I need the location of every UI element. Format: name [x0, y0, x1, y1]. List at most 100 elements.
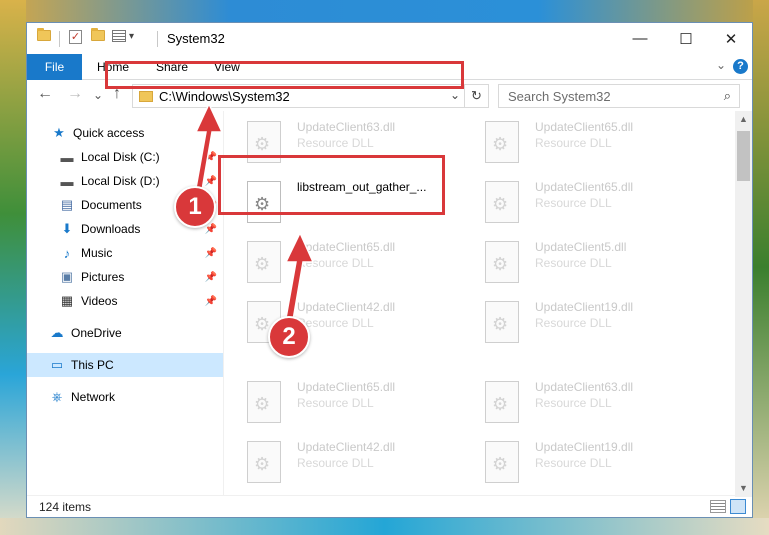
file-tile[interactable]: UpdateClient19.dll Resource DLL	[467, 433, 697, 485]
sidebar-item-label: Local Disk (D:)	[81, 174, 160, 188]
file-tile[interactable]: UpdateClient65.dll Resource DLL	[467, 113, 697, 165]
file-type: Resource DLL	[297, 256, 374, 270]
file-name: UpdateClient65.dll	[297, 380, 396, 394]
dll-file-icon	[247, 241, 281, 283]
drive-icon: ▬	[60, 149, 74, 165]
refresh-icon[interactable]: ↻	[464, 85, 488, 107]
file-name: UpdateClient63.dll	[535, 380, 634, 394]
onedrive-icon: ☁	[50, 325, 64, 340]
details-view-icon[interactable]	[710, 500, 726, 513]
sidebar-item-onedrive[interactable]: ☁ OneDrive	[27, 321, 223, 345]
item-count: 124 items	[39, 500, 92, 514]
file-name: UpdateClient42.dll	[297, 440, 396, 454]
file-name: UpdateClient65.dll	[535, 120, 634, 134]
music-icon: ♪	[63, 245, 71, 261]
star-icon: ★	[53, 125, 65, 140]
file-type: Resource DLL	[535, 316, 612, 330]
file-type: Resource DLL	[535, 136, 612, 150]
file-tile[interactable]: UpdateClient65.dll Resource DLL	[467, 173, 697, 225]
title-separator	[157, 31, 158, 47]
file-tile[interactable]: UpdateClient5.dll Resource DLL	[467, 233, 697, 285]
properties-check-icon[interactable]: ✓	[69, 30, 82, 44]
sidebar-item-pictures[interactable]: ▣ Pictures 📌	[27, 265, 223, 289]
documents-icon: ▤	[60, 197, 74, 212]
sidebar-item-quick-access[interactable]: ★ Quick access	[27, 121, 223, 145]
pin-icon[interactable]: 📌	[205, 224, 217, 235]
dll-file-icon	[485, 381, 519, 423]
file-tile[interactable]: UpdateClient63.dll Resource DLL	[467, 373, 697, 425]
back-button[interactable]: ←	[37, 85, 53, 103]
sidebar-item-label: OneDrive	[71, 326, 122, 340]
sidebar-item-local-disk-c[interactable]: ▬ Local Disk (C:) 📌	[27, 145, 223, 169]
dll-file-icon	[485, 241, 519, 283]
close-button[interactable]: ✕	[708, 23, 754, 54]
qa-customize-dropdown-icon[interactable]: ▾	[129, 31, 134, 42]
this-pc-icon: ▭	[50, 357, 64, 372]
file-tile[interactable]: UpdateClient65.dll Resource DLL	[229, 373, 459, 425]
new-folder-icon[interactable]	[91, 28, 105, 41]
forward-button[interactable]: →	[67, 85, 83, 103]
address-folder-icon	[139, 91, 153, 102]
sidebar-item-label: Pictures	[81, 270, 125, 284]
address-path[interactable]: C:\Windows\System32	[159, 89, 290, 104]
search-icon[interactable]: ⌕	[724, 88, 731, 104]
videos-icon: ▦	[60, 293, 74, 308]
scroll-thumb[interactable]	[737, 131, 750, 181]
address-dropdown-icon[interactable]: ⌄	[450, 88, 460, 102]
file-tile[interactable]: UpdateClient19.dll Resource DLL	[467, 293, 697, 345]
pin-icon[interactable]: 📌	[205, 176, 217, 187]
file-type: Resource DLL	[297, 396, 374, 410]
step-1-badge: 1	[174, 186, 216, 228]
sidebar-item-label: Documents	[81, 198, 142, 212]
file-name: UpdateClient19.dll	[535, 440, 634, 454]
wallpaper-left	[0, 0, 26, 535]
wallpaper-right	[753, 0, 769, 535]
file-tile[interactable]: UpdateClient42.dll Resource DLL	[229, 433, 459, 485]
tab-file[interactable]: File	[27, 54, 82, 80]
customize-view-icon[interactable]	[112, 30, 126, 42]
pin-icon[interactable]: 📌	[205, 248, 217, 259]
window-title: System32	[167, 31, 225, 46]
ribbon-expand-icon[interactable]: ⌄	[716, 58, 726, 72]
address-highlight-box	[105, 61, 464, 89]
search-placeholder: Search System32	[508, 89, 611, 104]
search-box[interactable]: Search System32 ⌕	[498, 84, 740, 108]
maximize-button[interactable]: ☐	[663, 23, 709, 54]
sidebar-item-label: Videos	[81, 294, 118, 308]
sidebar-item-videos[interactable]: ▦ Videos 📌	[27, 289, 223, 313]
pin-icon[interactable]: 📌	[205, 272, 217, 283]
drive-icon: ▬	[60, 173, 74, 189]
minimize-button[interactable]: —	[617, 23, 663, 54]
file-tile[interactable]: UpdateClient65.dll Resource DLL	[229, 233, 459, 285]
sidebar-item-music[interactable]: ♪ Music 📌	[27, 241, 223, 265]
sidebar-item-this-pc[interactable]: ▭ This PC	[27, 353, 223, 377]
scroll-up-icon[interactable]: ▲	[735, 111, 752, 128]
vertical-scrollbar[interactable]: ▲ ▼	[735, 111, 752, 497]
file-tile[interactable]: UpdateClient42.dll Resource DLL	[229, 293, 459, 345]
pictures-icon: ▣	[60, 269, 74, 284]
file-type: Resource DLL	[535, 196, 612, 210]
qa-separator	[59, 31, 60, 47]
dll-file-icon	[485, 441, 519, 483]
sidebar-item-label: This PC	[71, 358, 114, 372]
dll-file-icon	[485, 181, 519, 223]
pin-icon[interactable]: 📌	[205, 152, 217, 163]
file-highlight-box	[218, 155, 445, 215]
sidebar-item-network[interactable]: ⎈ Network	[27, 385, 223, 409]
recent-locations-button[interactable]: ⌄	[93, 88, 103, 102]
step-2-badge: 2	[268, 316, 310, 358]
wallpaper-bottom	[0, 518, 769, 535]
sidebar-item-label: Local Disk (C:)	[81, 150, 160, 164]
wallpaper-top	[0, 0, 769, 22]
folder-icon	[37, 28, 51, 41]
dll-file-icon	[247, 381, 281, 423]
navigation-pane: ★ Quick access ▬ Local Disk (C:) 📌 ▬ Loc…	[27, 119, 223, 497]
dll-file-icon	[485, 301, 519, 343]
pin-icon[interactable]: 📌	[205, 296, 217, 307]
sidebar-item-label: Network	[71, 390, 116, 404]
help-icon[interactable]: ?	[733, 59, 748, 74]
explorer-window: ✓ ▾ System32 — ☐ ✕ File Home Share View …	[26, 22, 753, 518]
dll-file-icon	[247, 441, 281, 483]
tiles-view-icon[interactable]	[730, 499, 746, 514]
status-bar: 124 items	[27, 495, 752, 517]
